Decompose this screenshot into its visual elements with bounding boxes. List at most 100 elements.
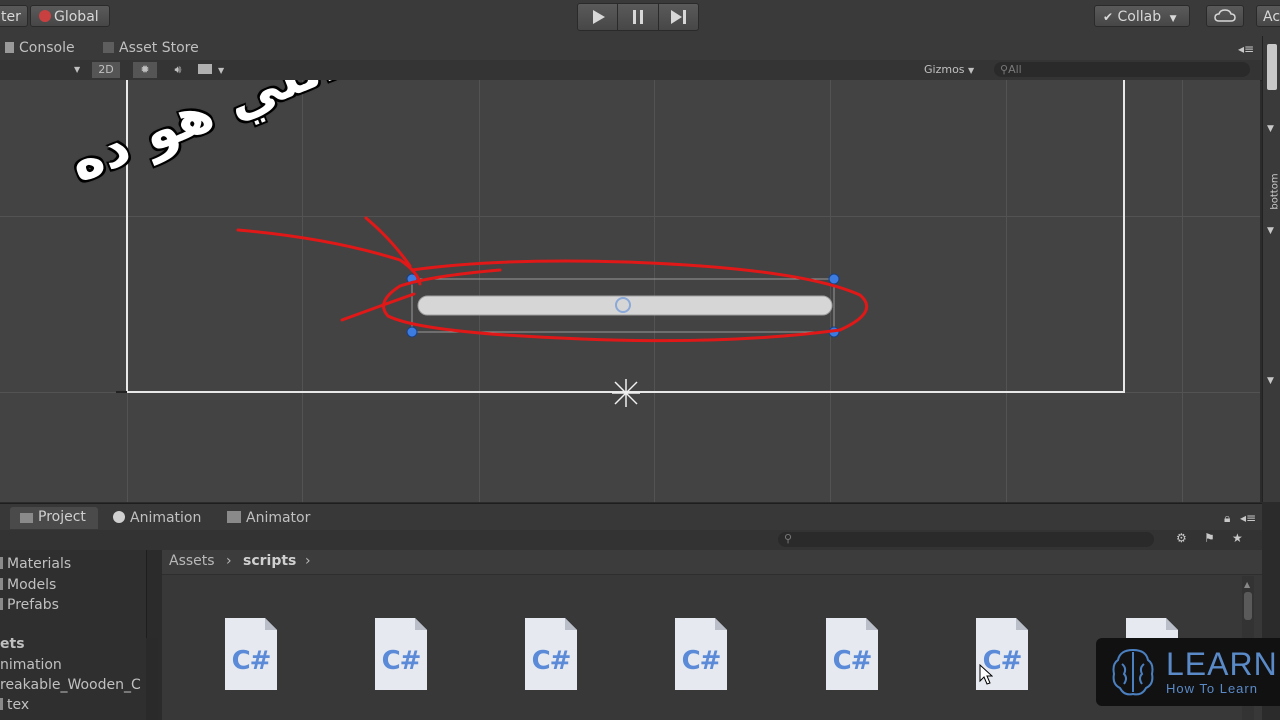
panel-menu-icon[interactable]: ◂≡	[1238, 42, 1254, 56]
logo-title: LEARN	[1166, 646, 1278, 682]
gizmos-label: Gizmos	[924, 63, 965, 76]
tree-label: Prefabs	[7, 597, 59, 613]
clock-icon	[113, 511, 125, 523]
tab-project-label: Project	[38, 509, 86, 525]
gizmos-dropdown[interactable]: Gizmos ▼	[924, 62, 974, 78]
chevron-down-icon[interactable]: ▼	[1267, 124, 1274, 134]
collab-dropdown[interactable]: ✔ Collab ▼	[1094, 5, 1190, 27]
chevron-down-icon[interactable]: ▼	[1267, 226, 1274, 236]
account-dropdown[interactable]: Ac	[1256, 5, 1280, 27]
folder-icon	[0, 578, 3, 590]
tab-console[interactable]: Console	[5, 40, 75, 56]
csharp-file-icon: C#	[381, 646, 422, 676]
anchor-icon[interactable]	[612, 379, 640, 407]
csharp-file-icon: C#	[681, 646, 722, 676]
arabic-caption: اللي هو ده	[60, 80, 347, 195]
logo-subtitle: How To Learn	[1166, 681, 1258, 696]
csharp-file[interactable]: C#	[525, 618, 577, 690]
tree-section-assets: ets	[0, 636, 25, 652]
step-icon	[671, 10, 687, 24]
shading-mode-dropdown[interactable]: ▼	[74, 62, 80, 78]
folder-icon	[0, 598, 3, 610]
filter-type-icon[interactable]: ⚙	[1176, 531, 1187, 545]
cloud-icon	[1214, 9, 1236, 22]
tree-item-models[interactable]: Models	[0, 577, 56, 593]
lock-icon[interactable]: 🔒︎	[1224, 511, 1230, 526]
tree-item-prefabs[interactable]: Prefabs	[0, 597, 59, 613]
scene-tab-bar: Console Asset Store ◂≡	[0, 36, 1262, 60]
csharp-file[interactable]: C#	[375, 618, 427, 690]
csharp-file[interactable]: C#	[225, 618, 277, 690]
scene-view[interactable]: اللي هو ده	[0, 80, 1260, 502]
scene-search-placeholder: All	[1008, 63, 1022, 76]
csharp-file-icon: C#	[832, 646, 873, 676]
folder-icon	[0, 698, 3, 710]
step-button[interactable]	[659, 4, 698, 30]
check-icon: ✔	[1103, 10, 1114, 24]
animator-icon	[227, 511, 241, 523]
breadcrumb-root[interactable]: Assets	[169, 553, 215, 569]
tab-asset-store-label: Asset Store	[119, 40, 199, 56]
cloud-button[interactable]	[1206, 5, 1244, 27]
brain-icon	[1112, 648, 1154, 696]
scene-toolbar: ▼ 2D ✹ 🔊︎ ▼ Gizmos ▼ ⚲All	[0, 60, 1262, 81]
inspector-strip: ▼ bottom ▼ ▼	[1262, 36, 1280, 502]
play-icon	[592, 10, 605, 24]
tab-project[interactable]: Project	[10, 507, 98, 529]
global-toggle[interactable]: Global	[30, 5, 110, 27]
tab-animator-label: Animator	[246, 510, 311, 526]
csharp-file-icon: C#	[231, 646, 272, 676]
globe-icon	[39, 10, 51, 22]
search-icon: ⚲	[784, 532, 793, 545]
chevron-down-icon[interactable]: ▼	[1267, 376, 1274, 386]
main-toolbar: ter Global ✔ Collab ▼ Ac	[0, 0, 1280, 37]
pivot-toggle[interactable]: ter	[0, 5, 28, 27]
sun-icon: ✹	[140, 63, 150, 76]
tree-scrollbar[interactable]	[146, 638, 158, 720]
project-search-input[interactable]: ⚲	[778, 532, 1154, 547]
resize-handle[interactable]	[406, 326, 418, 338]
mouse-cursor-icon	[979, 664, 993, 685]
tree-label: Models	[7, 577, 57, 593]
csharp-file[interactable]: C#	[675, 618, 727, 690]
tab-asset-store[interactable]: Asset Store	[103, 40, 199, 56]
lighting-toggle[interactable]: ✹	[133, 62, 157, 78]
star-icon[interactable]: ★	[1232, 531, 1243, 545]
tab-animator[interactable]: Animator	[227, 510, 310, 526]
mode-2d-toggle[interactable]: 2D	[92, 62, 120, 78]
tree-item-materials[interactable]: Materials	[0, 556, 71, 572]
breadcrumb-current[interactable]: scripts	[243, 553, 296, 569]
csharp-file[interactable]: C#	[826, 618, 878, 690]
scene-search-input[interactable]: ⚲All	[994, 62, 1250, 77]
global-label: Global	[54, 9, 99, 25]
resize-handle[interactable]	[828, 273, 840, 285]
scrollbar-thumb[interactable]	[1244, 592, 1252, 620]
chevron-right-icon: ›	[305, 553, 311, 569]
tree-label: tex	[7, 697, 30, 713]
arabic-annotation: اللي هو ده	[60, 80, 380, 256]
tree-item-breakable[interactable]: reakable_Wooden_C	[0, 677, 141, 693]
play-button[interactable]	[578, 4, 619, 30]
tab-animation[interactable]: Animation	[113, 510, 201, 526]
csharp-file-icon: C#	[531, 646, 572, 676]
effects-dropdown[interactable]: ▼	[198, 62, 234, 78]
image-icon	[198, 64, 212, 74]
store-icon	[103, 42, 114, 53]
tab-console-label: Console	[19, 40, 75, 56]
tree-item-tex[interactable]: tex	[0, 697, 29, 713]
panel-menu-icon[interactable]: ◂≡	[1240, 511, 1256, 525]
folder-icon	[0, 557, 3, 569]
project-folder-tree: Materials Models Prefabs ets nimation re…	[0, 550, 158, 720]
tag-icon[interactable]: ⚑	[1204, 531, 1215, 545]
chevron-down-icon: ▼	[968, 66, 975, 75]
audio-toggle[interactable]: 🔊︎	[166, 62, 190, 78]
chevron-up-icon: ▲	[1244, 580, 1251, 589]
project-search-row: ⚲ ⚙ ⚑ ★	[0, 530, 1262, 550]
scrollbar-thumb[interactable]	[1267, 44, 1277, 90]
tree-item-animation[interactable]: nimation	[0, 657, 62, 673]
pause-button[interactable]	[618, 4, 659, 30]
playback-controls	[577, 3, 699, 31]
tree-label: Materials	[7, 556, 72, 572]
console-icon	[5, 42, 14, 53]
learn-logo: LEARN How To Learn	[1096, 638, 1280, 706]
